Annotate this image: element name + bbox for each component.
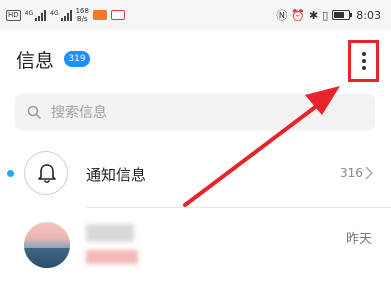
sim2-network-type: 4G [50, 9, 59, 17]
network-speed: 168 B/s [76, 7, 89, 23]
signal-icon: 4G [24, 9, 47, 21]
avatar [24, 222, 70, 268]
blurred-message-preview [86, 250, 138, 264]
clock: 8:03 [356, 8, 381, 22]
list-item-notifications[interactable]: 通知信息 316 [0, 145, 391, 207]
search-bar[interactable] [15, 94, 375, 132]
list-item-contact[interactable]: 昨天 [0, 212, 391, 288]
search-icon [27, 105, 41, 119]
divider [86, 207, 391, 208]
alarm-icon: ⏰ [291, 8, 306, 22]
app-header: 信息 319 [0, 30, 391, 90]
bell-icon [38, 164, 56, 184]
bell-avatar [24, 151, 68, 195]
search-input[interactable] [49, 94, 353, 132]
unread-dot [7, 170, 14, 177]
message-count: 316 [340, 166, 363, 180]
unread-count-badge: 319 [64, 51, 90, 67]
message-notification-icon [110, 10, 125, 20]
vibrate-icon: ▯ [322, 8, 329, 22]
conversation-title: 通知信息 [86, 166, 147, 184]
signal-icon-2: 4G [50, 9, 72, 21]
app-notification-icon [92, 10, 107, 20]
hd-indicator: HD [6, 9, 21, 21]
page-title: 信息 [16, 50, 55, 72]
battery-icon [332, 10, 353, 20]
sim1-network-type: 4G [24, 9, 34, 17]
chevron-right-icon [365, 166, 374, 180]
timestamp: 昨天 [346, 232, 373, 247]
status-bar: HD 4G 4G 168 B/s Ⓝ ⏰ ✱ ▯ 8:03 [0, 0, 391, 30]
blurred-contact-name [86, 224, 134, 242]
annotation-highlight-box [348, 40, 379, 82]
nfc-icon: Ⓝ [276, 9, 288, 22]
network-speed-unit: B/s [76, 15, 88, 23]
bluetooth-icon: ✱ [309, 8, 319, 22]
network-speed-value: 168 [75, 7, 89, 15]
